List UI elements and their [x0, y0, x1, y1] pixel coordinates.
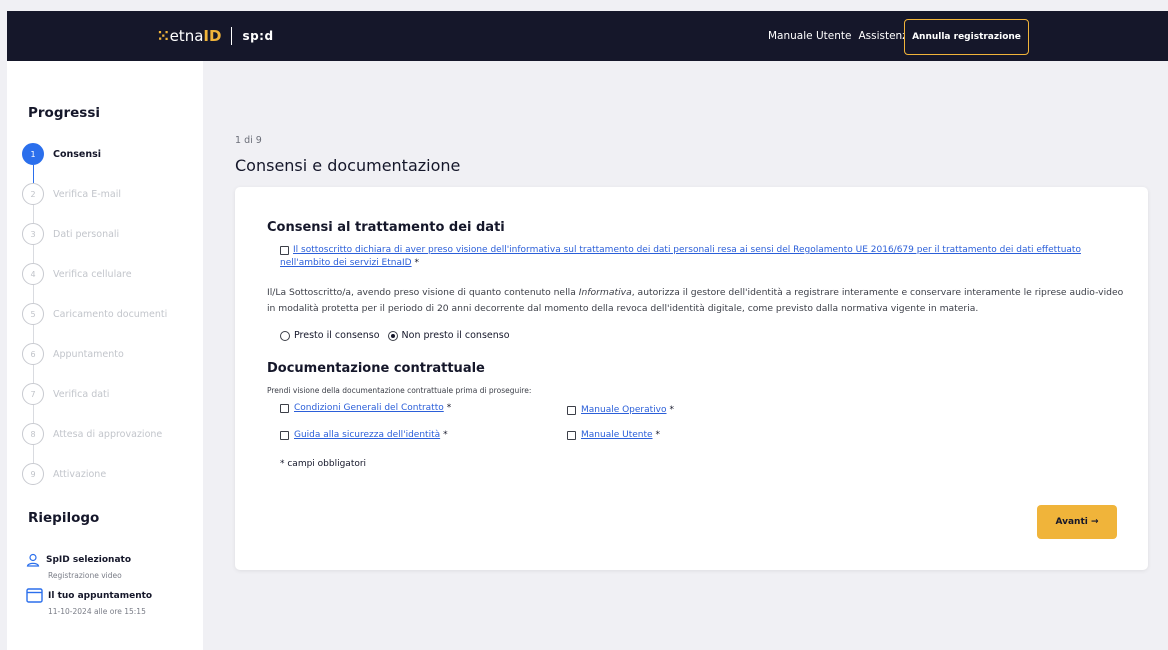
- documentation-intro: Prendi visione della documentazione cont…: [267, 386, 532, 395]
- summary-appointment: Il tuo appuntamento 11-10-2024 alle ore …: [26, 588, 152, 616]
- summary-appointment-sub: 11-10-2024 alle ore 15:15: [48, 607, 146, 616]
- step-number: 7: [22, 383, 44, 405]
- doc-checkbox-manuale-operativo[interactable]: [567, 405, 576, 415]
- doc-link-manuale-utente[interactable]: Manuale Utente: [581, 430, 653, 440]
- step-connector: [33, 365, 34, 383]
- privacy-policy-link[interactable]: Il sottoscritto dichiara di aver preso v…: [280, 245, 1081, 268]
- step-connector: [33, 405, 34, 423]
- radio-label-non-presto: Non presto il consenso: [401, 330, 510, 341]
- radio-non-presto-consenso[interactable]: [387, 330, 398, 341]
- step-label: Dati personali: [53, 228, 120, 240]
- privacy-consent-row: Il sottoscritto dichiara di aver preso v…: [280, 244, 1100, 270]
- step-number: 8: [22, 423, 44, 445]
- section-title-consensi: Consensi al trattamento dei dati: [267, 220, 505, 235]
- section-title-documentazione: Documentazione contrattuale: [267, 361, 485, 376]
- step-consensi: 1 Consensi: [22, 143, 101, 165]
- step-label: Appuntamento: [53, 348, 124, 360]
- step-connector: [33, 285, 34, 303]
- step-label: Consensi: [53, 148, 102, 160]
- step-dati-personali: 3 Dati personali: [22, 223, 119, 245]
- step-counter: 1 di 9: [235, 135, 262, 146]
- summary-appointment-title: Il tuo appuntamento: [48, 590, 153, 601]
- required-mark: *: [669, 405, 675, 415]
- step-number: 3: [22, 223, 44, 245]
- step-number: 2: [22, 183, 44, 205]
- step-caricamento-documenti: 5 Caricamento documenti: [22, 303, 167, 325]
- etnaid-logo[interactable]: ⁙ etna ID: [157, 27, 221, 45]
- required-mark: *: [446, 403, 452, 413]
- radio-selected-dot: [390, 333, 395, 338]
- logo-text-id: ID: [203, 27, 222, 45]
- brand: ⁙ etna ID sp:d: [157, 25, 274, 47]
- step-verifica-cellulare: 4 Verifica cellulare: [22, 263, 132, 285]
- nav-link-manuale-utente[interactable]: Manuale Utente: [768, 30, 851, 42]
- form-card: Consensi al trattamento dei dati Il sott…: [235, 187, 1148, 570]
- step-label: Caricamento documenti: [53, 308, 168, 320]
- step-label: Verifica dati: [53, 388, 110, 400]
- step-connector: [33, 165, 34, 183]
- step-connector: [33, 445, 34, 463]
- doc-item-manuale-operativo: Manuale Operativo *: [567, 405, 674, 415]
- step-connector: [33, 245, 34, 263]
- doc-checkbox-manuale-utente[interactable]: [567, 430, 576, 440]
- step-label: Attesa di approvazione: [53, 428, 163, 440]
- step-verifica-dati: 7 Verifica dati: [22, 383, 109, 405]
- doc-link-guida-sicurezza[interactable]: Guida alla sicurezza dell'identità: [294, 430, 440, 440]
- required-mark: *: [414, 258, 419, 268]
- radio-label-presto: Presto il consenso: [294, 330, 380, 341]
- doc-item-manuale-utente: Manuale Utente *: [567, 430, 660, 440]
- doc-item-guida-sicurezza: Guida alla sicurezza dell'identità *: [280, 430, 448, 440]
- step-number: 4: [22, 263, 44, 285]
- top-nav-links: Manuale Utente Assistenza: [768, 11, 921, 61]
- calendar-icon: [26, 588, 43, 603]
- summary-spid-title: SpID selezionato: [46, 555, 131, 565]
- step-number: 1: [22, 143, 44, 165]
- user-icon: [26, 553, 40, 567]
- required-fields-note: * campi obbligatori: [280, 459, 367, 469]
- required-mark: *: [443, 430, 448, 440]
- etnaid-logo-mark-icon: ⁙: [157, 27, 170, 45]
- step-connector: [33, 325, 34, 343]
- step-label: Verifica cellulare: [53, 268, 132, 280]
- consent-radio-group: Presto il consenso Non presto il consens…: [280, 330, 518, 341]
- radio-presto-consenso[interactable]: [280, 330, 290, 341]
- step-appuntamento: 6 Appuntamento: [22, 343, 124, 365]
- summary-spid: SpID selezionato Registrazione video: [26, 553, 131, 580]
- progress-sidebar: Progressi 1 Consensi 2 Verifica E-mail 3…: [7, 61, 203, 650]
- summary-spid-sub: Registrazione video: [48, 571, 122, 580]
- required-mark: *: [655, 430, 661, 440]
- doc-checkbox-condizioni[interactable]: [280, 403, 289, 413]
- paragraph-text-italic: Informativa: [578, 287, 632, 298]
- doc-link-manuale-operativo[interactable]: Manuale Operativo: [581, 405, 667, 415]
- doc-link-condizioni[interactable]: Condizioni Generali del Contratto: [294, 403, 444, 413]
- step-connector: [33, 205, 34, 223]
- brand-divider: [231, 27, 233, 45]
- summary-title: Riepilogo: [28, 510, 100, 526]
- paragraph-text-before: Il/La Sottoscritto/a, avendo preso visio…: [267, 287, 579, 298]
- cancel-registration-button[interactable]: Annulla registrazione: [904, 19, 1029, 55]
- top-navbar: ⁙ etna ID sp:d Manuale Utente Assistenza…: [7, 11, 1168, 61]
- step-number: 6: [22, 343, 44, 365]
- progress-title: Progressi: [28, 105, 101, 121]
- doc-checkbox-guida-sicurezza[interactable]: [280, 430, 289, 440]
- step-number: 9: [22, 463, 44, 485]
- page-title: Consensi e documentazione: [235, 156, 461, 175]
- next-button[interactable]: Avanti →: [1037, 505, 1117, 539]
- step-verifica-email: 2 Verifica E-mail: [22, 183, 121, 205]
- logo-text-etna: etna: [169, 27, 204, 45]
- step-number: 5: [22, 303, 44, 325]
- step-label: Verifica E-mail: [53, 188, 121, 200]
- step-attivazione: 9 Attivazione: [22, 463, 106, 485]
- privacy-consent-checkbox[interactable]: [280, 246, 289, 255]
- consent-paragraph: Il/La Sottoscritto/a, avendo preso visio…: [267, 285, 1127, 317]
- spid-logo: sp:d: [242, 29, 274, 43]
- doc-item-condizioni: Condizioni Generali del Contratto *: [280, 403, 451, 413]
- step-attesa-approvazione: 8 Attesa di approvazione: [22, 423, 162, 445]
- step-label: Attivazione: [53, 468, 107, 480]
